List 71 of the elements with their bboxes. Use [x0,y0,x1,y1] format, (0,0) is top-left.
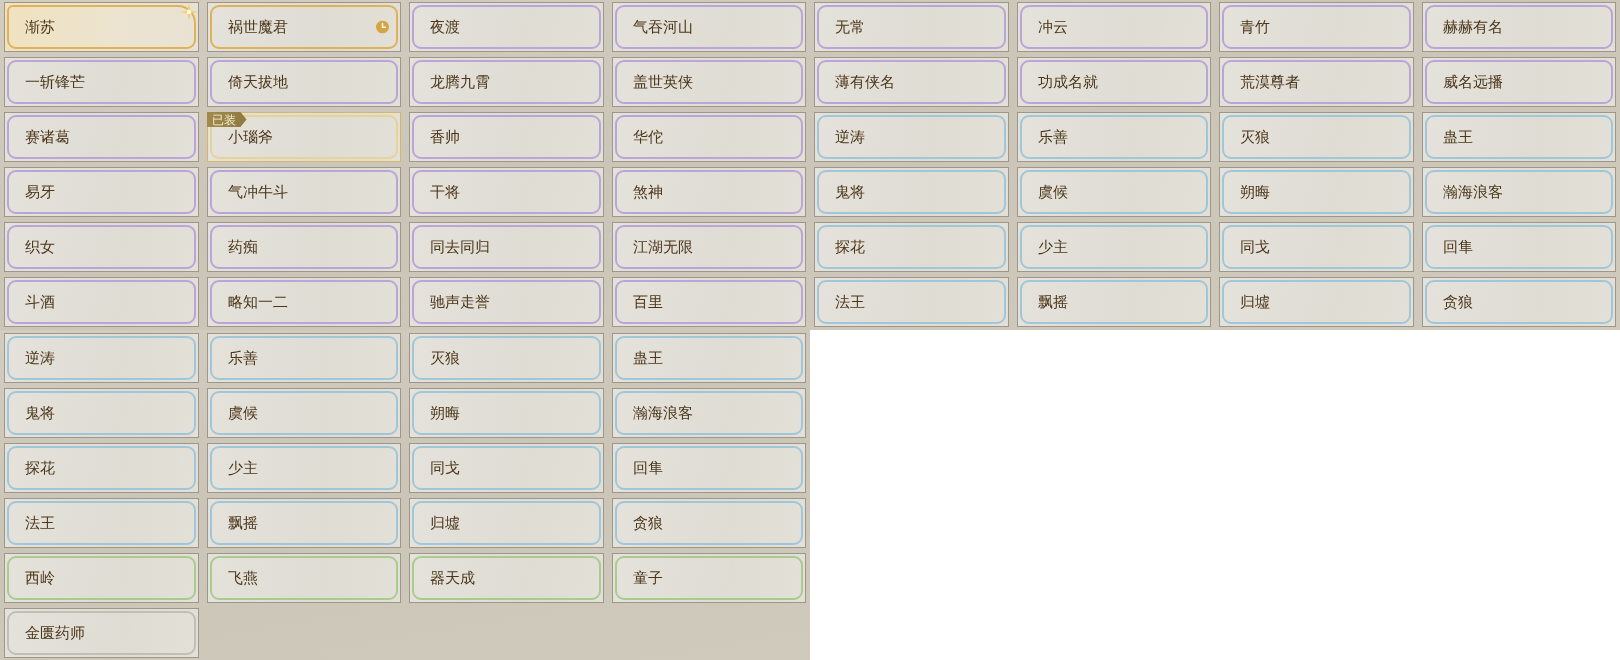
title-tile[interactable]: 童子 [611,553,806,603]
title-tile[interactable]: 少主 [1016,222,1211,272]
clock-icon [376,20,389,34]
title-tile[interactable]: 探花 [4,443,199,493]
title-tile[interactable]: 织女 [4,222,199,272]
title-tile[interactable]: 法王 [4,498,199,548]
title-tile[interactable]: 百里 [611,277,806,327]
title-tile[interactable]: 飘摇 [206,498,401,548]
title-tile[interactable]: 同戈 [1219,222,1414,272]
title-tile[interactable]: 略知一二 [206,277,401,327]
title-tile[interactable]: 灭狼 [409,333,604,383]
title-tile[interactable]: 药痴 [206,222,401,272]
title-tile[interactable]: 鬼将 [814,167,1009,217]
title-tile[interactable]: 龙腾九霄 [409,57,604,107]
title-tile[interactable]: 威名远播 [1421,57,1616,107]
title-tile[interactable]: 鬼将 [4,388,199,438]
title-tile[interactable]: 蛊王 [1421,112,1616,162]
title-tile[interactable]: 江湖无限 [611,222,806,272]
title-tile[interactable]: 气吞河山 [611,2,806,52]
title-tile[interactable]: 夜渡 [409,2,604,52]
title-tile[interactable]: 渐苏 [4,2,199,52]
title-tile[interactable]: 赫赫有名 [1421,2,1616,52]
title-tile[interactable]: 西岭 [4,553,199,603]
title-tile[interactable]: 气冲牛斗 [206,167,401,217]
title-tile[interactable]: 瀚海浪客 [1421,167,1616,217]
title-tile[interactable]: 倚天拔地 [206,57,401,107]
title-tile[interactable]: 青竹 [1219,2,1414,52]
title-tile[interactable]: 归墟 [409,498,604,548]
title-tile[interactable]: 无常 [814,2,1009,52]
title-tile[interactable]: 盖世英侠 [611,57,806,107]
title-tile[interactable]: 逆涛 [4,333,199,383]
title-tile[interactable]: 瀚海浪客 [611,388,806,438]
title-tile[interactable]: 贪狼 [1421,277,1616,327]
title-tile[interactable]: 祸世魔君 [206,2,401,52]
title-tile[interactable]: 薄有侠名 [814,57,1009,107]
title-tile[interactable]: 贪狼 [611,498,806,548]
title-tile[interactable]: 归墟 [1219,277,1414,327]
title-tile[interactable]: 法王 [814,277,1009,327]
title-tile[interactable]: 斗酒 [4,277,199,327]
title-tile[interactable]: 逆涛 [814,112,1009,162]
title-tile[interactable]: 煞神 [611,167,806,217]
title-tile[interactable]: 蛊王 [611,333,806,383]
title-tile[interactable]: 乐善 [1016,112,1211,162]
sparkle-icon [179,3,198,21]
title-tile[interactable]: 荒漠尊者 [1219,57,1414,107]
equipped-badge: 已装 [206,112,247,127]
title-tile[interactable]: 易牙 [4,167,199,217]
title-tile[interactable]: 飞燕 [206,553,401,603]
title-tile[interactable]: 冲云 [1016,2,1211,52]
title-tile[interactable]: 少主 [206,443,401,493]
title-tile[interactable]: 回隼 [611,443,806,493]
title-tile[interactable]: 虞候 [206,388,401,438]
title-tile[interactable]: 赛诸葛 [4,112,199,162]
title-tile[interactable]: 朔晦 [409,388,604,438]
title-tile[interactable]: 驰声走誉 [409,277,604,327]
title-tile[interactable]: 同戈 [409,443,604,493]
title-tile[interactable]: 虞候 [1016,167,1211,217]
title-tile[interactable]: 器天成 [409,553,604,603]
title-tile[interactable]: 回隼 [1421,222,1616,272]
title-tile[interactable]: 金匮药师 [4,608,199,658]
title-tile[interactable]: 功成名就 [1016,57,1211,107]
title-tile[interactable]: 干将 [409,167,604,217]
title-tile[interactable]: 乐善 [206,333,401,383]
title-tile[interactable]: 华佗 [611,112,806,162]
title-tile[interactable]: 同去同归 [409,222,604,272]
title-tile[interactable]: 飘摇 [1016,277,1211,327]
title-tile[interactable]: 朔晦 [1219,167,1414,217]
title-tile[interactable]: 香帅 [409,112,604,162]
title-tile[interactable]: 探花 [814,222,1009,272]
title-tile[interactable]: 一斩锋芒 [4,57,199,107]
title-tile[interactable]: 灭狼 [1219,112,1414,162]
